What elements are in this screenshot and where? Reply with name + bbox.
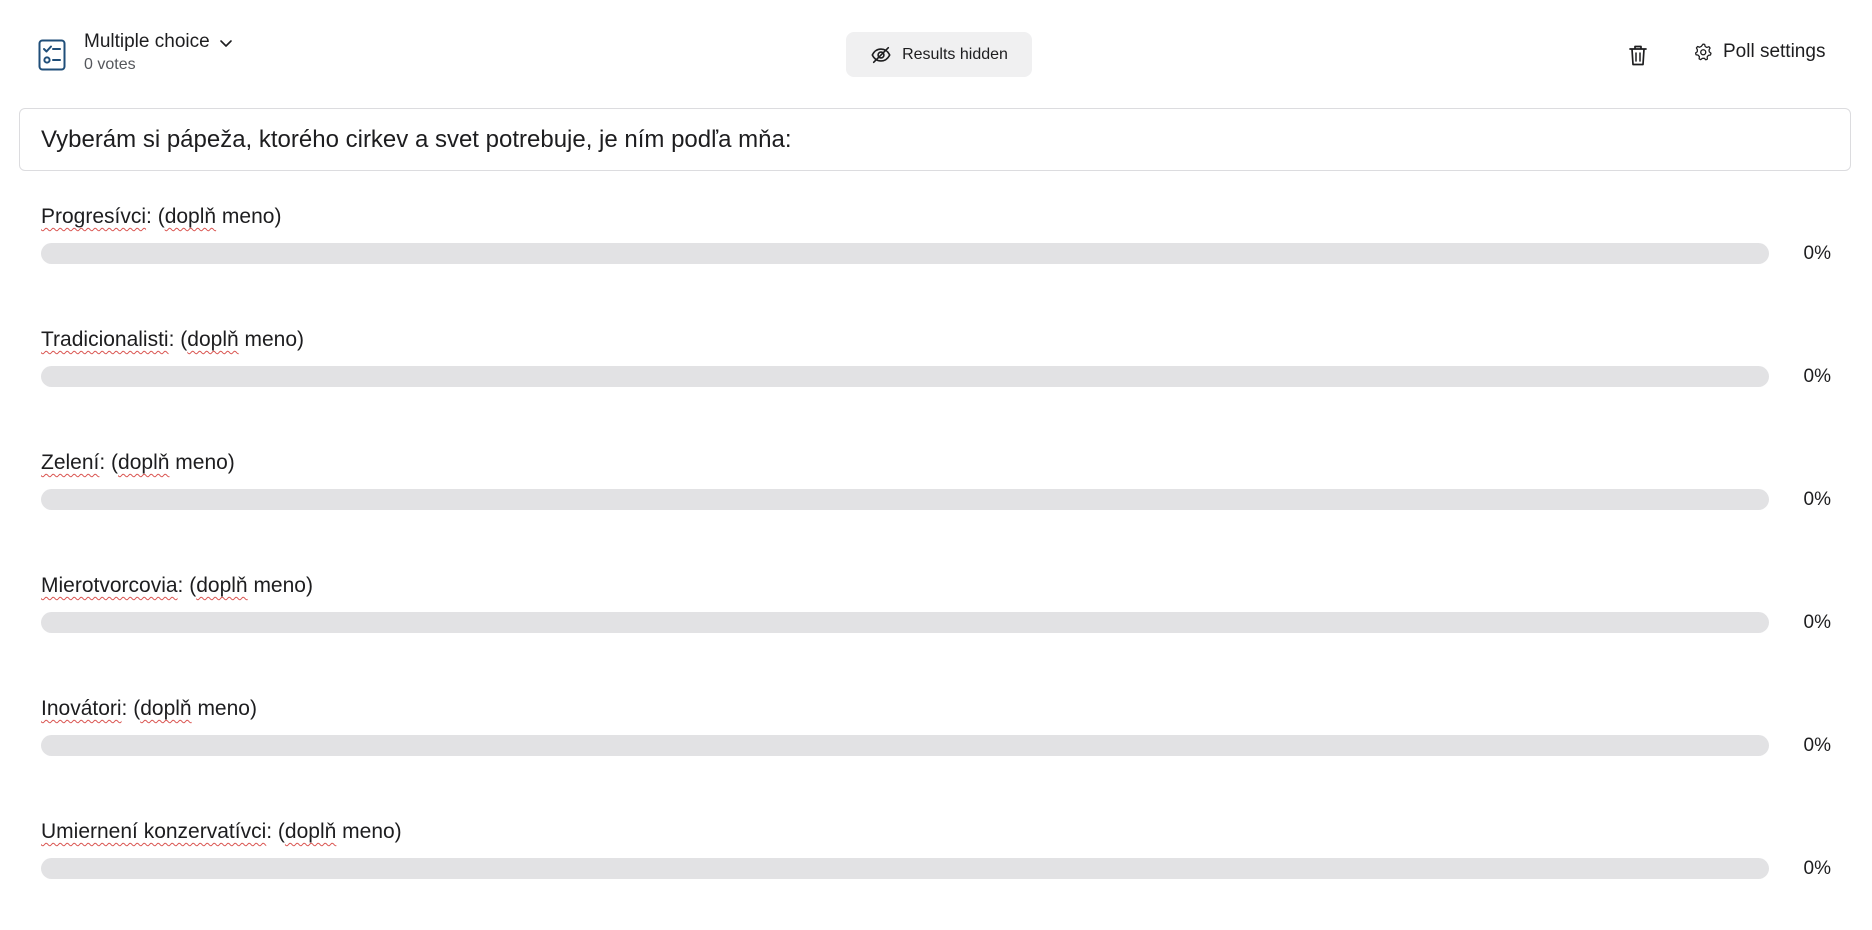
option-label[interactable]: Progresívci: (doplň meno) bbox=[41, 203, 1831, 231]
poll-settings-button[interactable]: Poll settings bbox=[1693, 41, 1825, 63]
result-bar bbox=[41, 735, 1769, 756]
poll-option: Inovátori: (doplň meno) 0% bbox=[41, 695, 1831, 756]
option-label-word: doplň bbox=[118, 451, 170, 474]
result-bar bbox=[41, 489, 1769, 510]
gear-icon bbox=[1694, 43, 1712, 61]
poll-option: Tradicionalisti: (doplň meno) 0% bbox=[41, 326, 1831, 387]
option-percentage: 0% bbox=[1803, 612, 1831, 633]
option-label-name: Progresívci bbox=[41, 205, 147, 228]
option-label-word: doplň bbox=[196, 574, 248, 597]
option-label-word: doplň bbox=[284, 820, 337, 843]
option-label-mid: : ( bbox=[99, 451, 119, 474]
option-label-suffix: meno) bbox=[247, 574, 313, 597]
result-bar bbox=[41, 243, 1769, 264]
poll-option: Progresívci: (doplň meno) 0% bbox=[41, 203, 1831, 264]
option-percentage: 0% bbox=[1803, 366, 1831, 387]
option-label[interactable]: Zelení: (doplň meno) bbox=[41, 449, 1831, 477]
poll-option: Mierotvorcovia: (doplň meno) 0% bbox=[41, 572, 1831, 633]
option-percentage: 0% bbox=[1803, 243, 1831, 264]
option-label-name: Umiernení konzervatívci bbox=[41, 820, 267, 843]
result-bar bbox=[41, 858, 1769, 879]
option-label-mid: : ( bbox=[266, 820, 285, 843]
results-visibility-label: Results hidden bbox=[902, 45, 1008, 63]
option-label-name: Tradicionalisti bbox=[41, 328, 169, 351]
poll-type-label: Multiple choice bbox=[84, 31, 210, 52]
option-percentage: 0% bbox=[1803, 858, 1831, 879]
option-label-name: Inovátori bbox=[41, 697, 122, 720]
option-label-name: Mierotvorcovia bbox=[41, 574, 178, 597]
question-text: Vyberám si pápeža, ktorého cirkev a svet… bbox=[41, 125, 792, 153]
result-bar bbox=[41, 612, 1769, 633]
option-percentage: 0% bbox=[1803, 735, 1831, 756]
poll-type-dropdown[interactable]: Multiple choice bbox=[84, 30, 234, 54]
poll-option: Umiernení konzervatívci: (doplň meno) 0% bbox=[41, 818, 1831, 879]
option-label-suffix: meno) bbox=[238, 328, 305, 351]
chevron-down-icon bbox=[219, 40, 232, 47]
result-bar bbox=[41, 366, 1769, 387]
vote-count: 0 votes bbox=[84, 56, 136, 73]
option-label[interactable]: Tradicionalisti: (doplň meno) bbox=[41, 326, 1831, 354]
poll-settings-label: Poll settings bbox=[1723, 41, 1826, 62]
option-label[interactable]: Umiernení konzervatívci: (doplň meno) bbox=[41, 818, 1831, 846]
option-percentage: 0% bbox=[1803, 489, 1831, 510]
poll-option: Zelení: (doplň meno) 0% bbox=[41, 449, 1831, 510]
checklist-icon bbox=[38, 39, 66, 71]
option-label[interactable]: Inovátori: (doplň meno) bbox=[41, 695, 1831, 723]
option-label-mid: : ( bbox=[146, 205, 165, 228]
option-label-mid: : ( bbox=[177, 574, 197, 597]
option-label-word: doplň bbox=[164, 205, 217, 228]
poll-type-block: Multiple choice 0 votes bbox=[84, 30, 234, 75]
question-field[interactable]: Vyberám si pápeža, ktorého cirkev a svet… bbox=[19, 108, 1851, 171]
option-label-suffix: meno) bbox=[336, 820, 402, 843]
option-label-mid: : ( bbox=[168, 328, 188, 351]
option-label[interactable]: Mierotvorcovia: (doplň meno) bbox=[41, 572, 1831, 600]
option-label-name: Zelení bbox=[41, 451, 100, 474]
option-label-suffix: meno) bbox=[169, 451, 235, 474]
trash-icon[interactable] bbox=[1627, 43, 1649, 67]
results-visibility-button[interactable]: Results hidden bbox=[846, 32, 1032, 77]
option-label-suffix: meno) bbox=[191, 697, 257, 720]
option-label-mid: : ( bbox=[121, 697, 141, 720]
eye-off-icon bbox=[871, 46, 891, 63]
option-label-suffix: meno) bbox=[216, 205, 282, 228]
option-label-word: doplň bbox=[140, 697, 192, 720]
option-label-word: doplň bbox=[187, 328, 239, 351]
poll-header: Multiple choice 0 votes Results hidden P… bbox=[0, 0, 1872, 108]
